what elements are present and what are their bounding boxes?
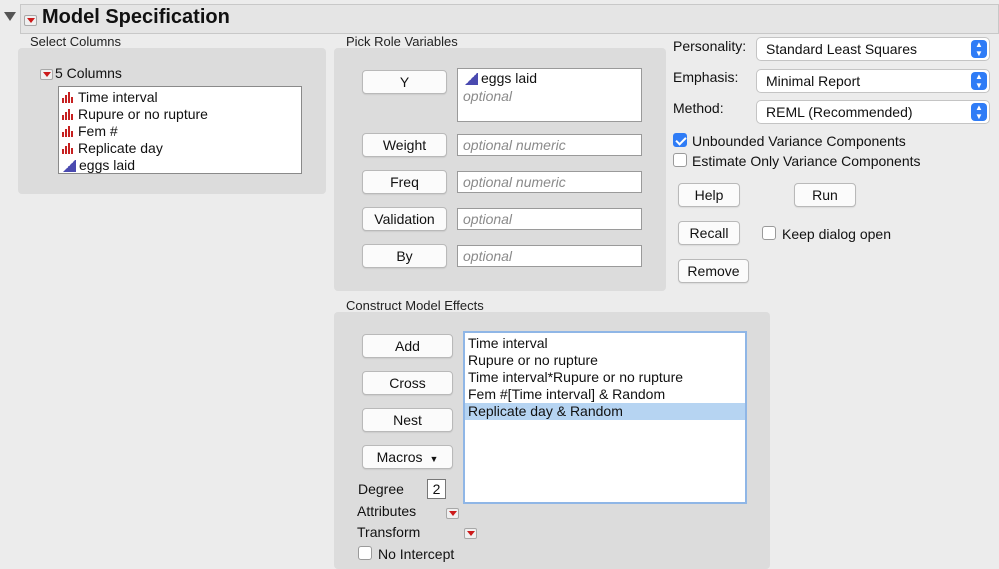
unbounded-label: Unbounded Variance Components — [692, 133, 906, 149]
bar-chart-icon — [62, 92, 74, 103]
page-title: Model Specification — [42, 6, 230, 28]
method-label: Method: — [673, 100, 724, 116]
continuous-triangle-icon — [464, 72, 478, 85]
bar-chart-icon — [62, 143, 74, 154]
bar-chart-icon — [62, 109, 74, 120]
column-name: eggs laid — [79, 157, 136, 173]
effect-item[interactable]: Replicate day & Random — [465, 403, 745, 420]
attributes-label: Attributes — [357, 503, 417, 519]
weight-role-field[interactable]: optional numeric — [457, 134, 642, 156]
cross-button[interactable]: Cross — [362, 371, 453, 395]
columns-list[interactable]: Time interval Rupure or no rupture Fem # Re… — [58, 86, 302, 174]
red-triangle-menu-icon[interactable] — [24, 15, 37, 26]
model-effects-list[interactable]: Time interval Rupure or no rupture Time in… — [463, 331, 747, 504]
personality-value: Standard Least Squares — [766, 41, 917, 57]
degree-input[interactable]: 2 — [427, 479, 446, 499]
effect-item[interactable]: Time interval — [465, 335, 745, 352]
freq-role-button[interactable]: Freq — [362, 170, 447, 194]
continuous-triangle-icon — [62, 159, 76, 172]
column-item[interactable]: Replicate day — [59, 140, 301, 157]
validation-role-placeholder: optional — [463, 211, 513, 227]
estimate-only-label: Estimate Only Variance Components — [692, 153, 921, 169]
keep-open-label: Keep dialog open — [782, 226, 891, 242]
y-role-value: eggs laid — [481, 70, 538, 86]
keep-open-checkbox[interactable] — [762, 226, 776, 240]
bar-chart-icon — [62, 126, 74, 137]
emphasis-label: Emphasis: — [673, 69, 739, 85]
columns-menu-icon[interactable] — [40, 69, 53, 80]
column-name: Rupure or no rupture — [78, 106, 208, 122]
method-select[interactable]: REML (Recommended) ▲ ▼ — [756, 100, 990, 124]
column-name: Fem # — [78, 123, 118, 139]
column-item[interactable]: eggs laid — [59, 157, 301, 174]
transform-menu-icon[interactable] — [463, 528, 477, 539]
pick-roles-label: Pick Role Variables — [346, 34, 458, 49]
by-role-field[interactable]: optional — [457, 245, 642, 267]
macros-button[interactable]: Macros ▼ — [362, 445, 453, 469]
degree-label: Degree — [358, 481, 404, 497]
column-name: Replicate day — [78, 140, 163, 156]
estimate-only-checkbox[interactable] — [673, 153, 687, 167]
select-stepper-icon: ▲ ▼ — [971, 72, 987, 90]
method-value: REML (Recommended) — [766, 104, 913, 120]
column-name: Time interval — [78, 89, 158, 105]
attributes-menu-icon[interactable] — [446, 508, 460, 519]
column-item[interactable]: Time interval — [59, 89, 301, 106]
nest-button[interactable]: Nest — [362, 408, 453, 432]
recall-button[interactable]: Recall — [678, 221, 740, 245]
column-item[interactable]: Fem # — [59, 123, 301, 140]
help-button[interactable]: Help — [678, 183, 740, 207]
select-columns-label: Select Columns — [30, 34, 122, 49]
no-intercept-label: No Intercept — [378, 546, 455, 562]
personality-label: Personality: — [673, 38, 747, 54]
validation-role-button[interactable]: Validation — [362, 207, 447, 231]
weight-role-placeholder: optional numeric — [463, 137, 566, 153]
y-role-button[interactable]: Y — [362, 70, 447, 94]
transform-label: Transform — [357, 524, 421, 540]
remove-button[interactable]: Remove — [678, 259, 749, 283]
freq-role-placeholder: optional numeric — [463, 174, 566, 190]
add-button[interactable]: Add — [362, 334, 453, 358]
header: Model Specification — [0, 0, 999, 34]
select-stepper-icon: ▲ ▼ — [971, 40, 987, 58]
macros-label: Macros — [376, 449, 423, 465]
validation-role-field[interactable]: optional — [457, 208, 642, 230]
run-button[interactable]: Run — [794, 183, 856, 207]
personality-select[interactable]: Standard Least Squares ▲ ▼ — [756, 37, 990, 61]
emphasis-select[interactable]: Minimal Report ▲ ▼ — [756, 69, 990, 93]
disclosure-triangle-icon[interactable] — [4, 12, 16, 21]
by-role-button[interactable]: By — [362, 244, 447, 268]
emphasis-value: Minimal Report — [766, 73, 861, 89]
dropdown-arrow-icon: ▼ — [429, 454, 439, 464]
y-role-field[interactable]: eggs laid optional — [457, 68, 642, 122]
unbounded-checkbox[interactable] — [673, 133, 687, 147]
effect-item[interactable]: Rupure or no rupture — [465, 352, 745, 369]
effect-item[interactable]: Time interval*Rupure or no rupture — [465, 369, 745, 386]
no-intercept-checkbox[interactable] — [358, 546, 372, 560]
y-role-placeholder: optional — [463, 88, 513, 104]
construct-effects-label: Construct Model Effects — [346, 298, 484, 313]
freq-role-field[interactable]: optional numeric — [457, 171, 642, 193]
effect-item[interactable]: Fem #[Time interval] & Random — [465, 386, 745, 403]
column-item[interactable]: Rupure or no rupture — [59, 106, 301, 123]
weight-role-button[interactable]: Weight — [362, 133, 447, 157]
select-stepper-icon: ▲ ▼ — [971, 103, 987, 121]
columns-count-label: 5 Columns — [55, 65, 122, 81]
by-role-placeholder: optional — [463, 248, 513, 264]
